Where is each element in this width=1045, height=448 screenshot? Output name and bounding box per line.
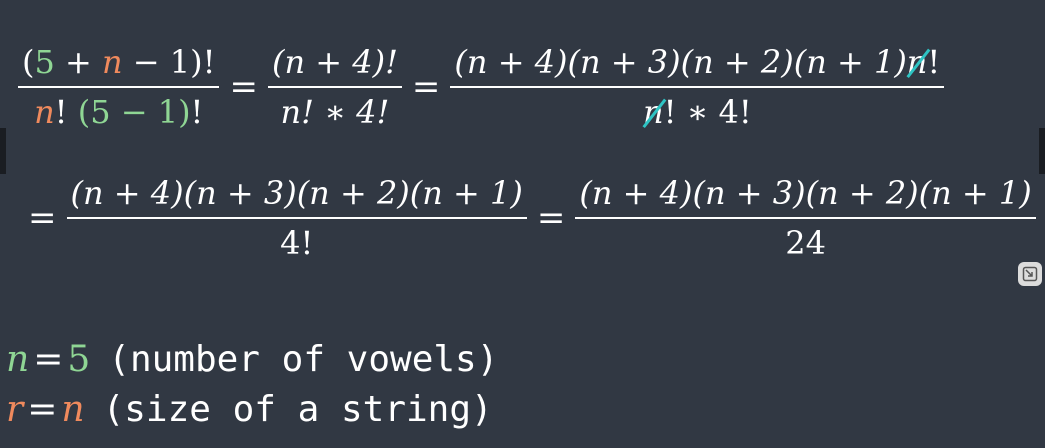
fraction-numerator: (n + 4)! [271, 43, 398, 81]
cancelled-n: n [642, 93, 664, 131]
fraction-product-over-24: (n + 4)(n + 3)(n + 2)(n + 1) 24 [575, 173, 1036, 263]
fraction-denominator: 24 [785, 224, 826, 262]
fraction-n-plus-5-minus-1: (5 + n − 1)! n! (5 − 1)! [18, 42, 220, 132]
variable-r: r [6, 389, 24, 430]
resize-icon[interactable] [1018, 262, 1042, 286]
fraction-numerator: (5 + n − 1)! [22, 43, 216, 81]
definition-description: (size of a string) [102, 389, 493, 430]
definition-description: (number of vowels) [108, 339, 499, 380]
value-five-minus-one: (5 − 1) [77, 93, 191, 131]
variable-n: n [34, 93, 55, 131]
left-edge-handle [0, 128, 6, 174]
equals-sign: = [27, 389, 58, 430]
variable-n: n [6, 339, 30, 380]
equals-sign: = [536, 198, 566, 238]
fraction-n-plus-4-factorial: (n + 4)! n! ∗ 4! [267, 42, 402, 132]
fraction-expanded-with-cancel: (n + 4)(n + 3)(n + 2)(n + 1)n! n! ∗ 4! [450, 42, 945, 132]
fraction-numerator: (n + 4)(n + 3)(n + 2)(n + 1) [70, 174, 523, 212]
fraction-denominator: n! (5 − 1)! [34, 93, 204, 131]
resize-icon-glyph [1022, 266, 1038, 282]
equals-sign: = [28, 198, 57, 238]
right-edge-handle [1039, 128, 1045, 174]
equation-line-2: = (n + 4)(n + 3)(n + 2)(n + 1) 4! = (n +… [18, 170, 1036, 266]
fraction-product-over-4-factorial: (n + 4)(n + 3)(n + 2)(n + 1) 4! [66, 173, 527, 263]
equals-sign: = [33, 339, 64, 380]
definition-r: r = n (size of a string) [6, 388, 493, 432]
fraction-denominator: n! ∗ 4! [642, 93, 752, 131]
variable-n: n [61, 389, 85, 430]
fraction-denominator: n! ∗ 4! [280, 93, 390, 131]
value-five: 5 [67, 339, 91, 380]
cancelled-n: n [906, 43, 928, 81]
variable-n: n [102, 43, 123, 81]
fraction-denominator: 4! [280, 224, 314, 262]
fraction-numerator: (n + 4)(n + 3)(n + 2)(n + 1) [579, 174, 1032, 212]
equation-line-1: (5 + n − 1)! n! (5 − 1)! = (n + 4)! n! ∗… [18, 36, 945, 138]
definition-n: n = 5 (number of vowels) [6, 338, 498, 382]
value-five: 5 [34, 43, 55, 81]
equals-sign: = [411, 67, 441, 107]
equals-sign: = [229, 67, 258, 107]
fraction-numerator: (n + 4)(n + 3)(n + 2)(n + 1)n! [454, 43, 941, 81]
